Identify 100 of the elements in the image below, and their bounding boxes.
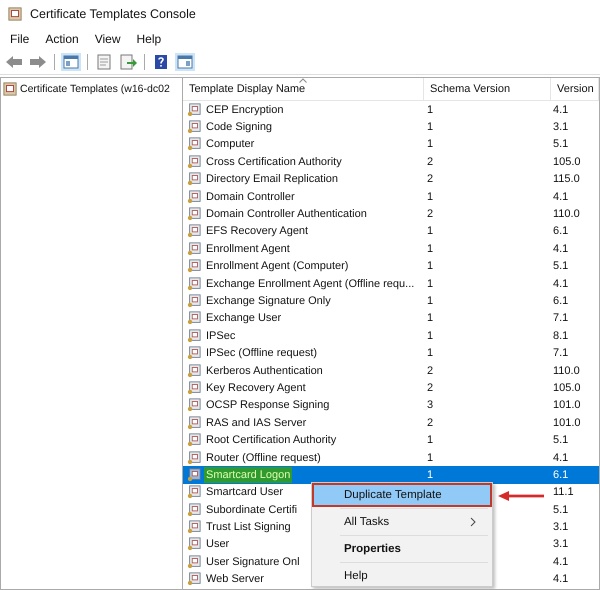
- template-name[interactable]: CEP Encryption: [204, 102, 286, 118]
- template-icon: [187, 502, 201, 517]
- template-icon: [187, 416, 201, 430]
- template-icon: [187, 294, 201, 308]
- template-name[interactable]: Kerberos Authentication: [204, 362, 325, 379]
- console-tree-icon[interactable]: [61, 53, 81, 71]
- template-name[interactable]: Directory Email Replication: [204, 171, 340, 188]
- app-icon: [8, 7, 22, 21]
- template-name[interactable]: User: [204, 536, 232, 552]
- menu-item[interactable]: Action: [45, 32, 79, 46]
- version: 6.1: [553, 225, 568, 238]
- template-icon: [187, 259, 201, 274]
- template-icon: [187, 380, 201, 395]
- schema-version: 2: [427, 208, 434, 220]
- schema-version: 1: [427, 330, 434, 342]
- menu-item[interactable]: Duplicate Template: [314, 485, 490, 505]
- schema-version: 3: [427, 399, 434, 412]
- tree-label[interactable]: Certificate Templates (w16-dc02: [20, 83, 170, 95]
- template-name[interactable]: User Signature Onl: [204, 554, 302, 570]
- schema-version: 1: [427, 452, 434, 464]
- template-name[interactable]: Router (Offline request): [204, 450, 323, 466]
- template-icon: [187, 224, 201, 238]
- template-name[interactable]: IPSec (Offline request): [204, 345, 320, 362]
- version: 3.1: [553, 538, 568, 550]
- menu-item[interactable]: Help: [314, 566, 490, 586]
- schema-version: 1: [427, 434, 434, 446]
- version: 110.0: [553, 364, 580, 377]
- template-name[interactable]: Domain Controller: [204, 188, 297, 205]
- schema-version: 1: [427, 294, 434, 307]
- template-name[interactable]: Exchange User: [204, 310, 284, 326]
- version: 5.1: [553, 260, 568, 272]
- template-name[interactable]: Web Server: [204, 571, 266, 588]
- template-icon: [187, 328, 201, 343]
- template-icon: [187, 364, 201, 378]
- version: 5.1: [553, 138, 568, 150]
- version: 3.1: [553, 521, 568, 534]
- version: 110.0: [553, 208, 580, 220]
- column-header[interactable]: Version: [551, 78, 599, 100]
- version: 4.1: [553, 104, 568, 116]
- template-icon: [187, 137, 201, 152]
- version: 4.1: [553, 556, 568, 568]
- version: 5.1: [553, 504, 568, 516]
- template-name[interactable]: Exchange Signature Only: [204, 292, 333, 309]
- template-name[interactable]: EFS Recovery Agent: [204, 223, 310, 240]
- annotation-arrow-icon: [498, 490, 544, 502]
- schema-version: 2: [427, 364, 434, 377]
- template-icon: [187, 398, 201, 412]
- template-name[interactable]: OCSP Response Signing: [204, 397, 332, 414]
- menu-item[interactable]: File: [10, 32, 30, 46]
- template-name[interactable]: Exchange Enrollment Agent (Offline requ...: [204, 276, 416, 292]
- version: 101.0: [553, 416, 581, 429]
- template-icon: [187, 572, 201, 586]
- template-icon: [187, 242, 201, 256]
- menu-item[interactable]: Properties: [314, 539, 490, 559]
- template-name[interactable]: Root Certification Authority: [204, 432, 338, 448]
- template-name[interactable]: Enrollment Agent (Computer): [204, 258, 350, 274]
- template-name[interactable]: Smartcard User: [204, 484, 286, 500]
- template-icon: [187, 276, 201, 291]
- column-header[interactable]: Template Display Name: [183, 78, 424, 100]
- schema-version: 1: [427, 225, 434, 238]
- menu-item[interactable]: Help: [136, 32, 162, 46]
- template-name[interactable]: Key Recovery Agent: [204, 380, 308, 396]
- schema-version: 1: [427, 347, 434, 360]
- template-name[interactable]: Enrollment Agent: [204, 240, 292, 257]
- template-icon: [187, 554, 201, 569]
- template-name[interactable]: Trust List Signing: [204, 519, 293, 536]
- template-name[interactable]: Computer: [204, 136, 256, 152]
- version: 6.1: [553, 294, 568, 307]
- menu-item[interactable]: View: [94, 32, 120, 46]
- template-name[interactable]: Cross Certification Authority: [204, 154, 344, 170]
- template-icon: [187, 433, 201, 448]
- template-icon: [187, 154, 201, 169]
- template-icon: [187, 311, 201, 326]
- action-pane-icon[interactable]: [175, 53, 195, 71]
- back-arrow-icon[interactable]: [4, 53, 24, 71]
- version: 11.1: [553, 486, 574, 498]
- template-icon: [187, 537, 201, 552]
- template-name[interactable]: Subordinate Certifi: [204, 502, 300, 518]
- schema-version: 2: [427, 382, 434, 394]
- schema-version: 1: [427, 104, 434, 116]
- forward-arrow-icon[interactable]: [28, 53, 48, 71]
- template-name[interactable]: Code Signing: [204, 119, 274, 136]
- template-icon: [187, 346, 201, 360]
- column-header[interactable]: Schema Version: [424, 78, 551, 100]
- version: 6.1: [553, 468, 568, 481]
- template-name[interactable]: Domain Controller Authentication: [204, 206, 369, 222]
- schema-version: 1: [427, 138, 434, 150]
- window-title: Certificate Templates Console: [30, 7, 196, 21]
- template-icon: [187, 468, 201, 482]
- export-list-icon[interactable]: [118, 53, 138, 71]
- template-name[interactable]: RAS and IAS Server: [204, 414, 308, 431]
- template-icon: [187, 102, 201, 117]
- version: 3.1: [553, 121, 568, 134]
- template-icon: [187, 450, 201, 464]
- version: 8.1: [553, 330, 568, 342]
- menu-item[interactable]: All Tasks: [314, 512, 490, 532]
- template-name[interactable]: IPSec: [204, 328, 238, 344]
- schema-version: 2: [427, 156, 434, 168]
- version: 4.1: [553, 190, 568, 203]
- schema-version: 2: [427, 416, 434, 429]
